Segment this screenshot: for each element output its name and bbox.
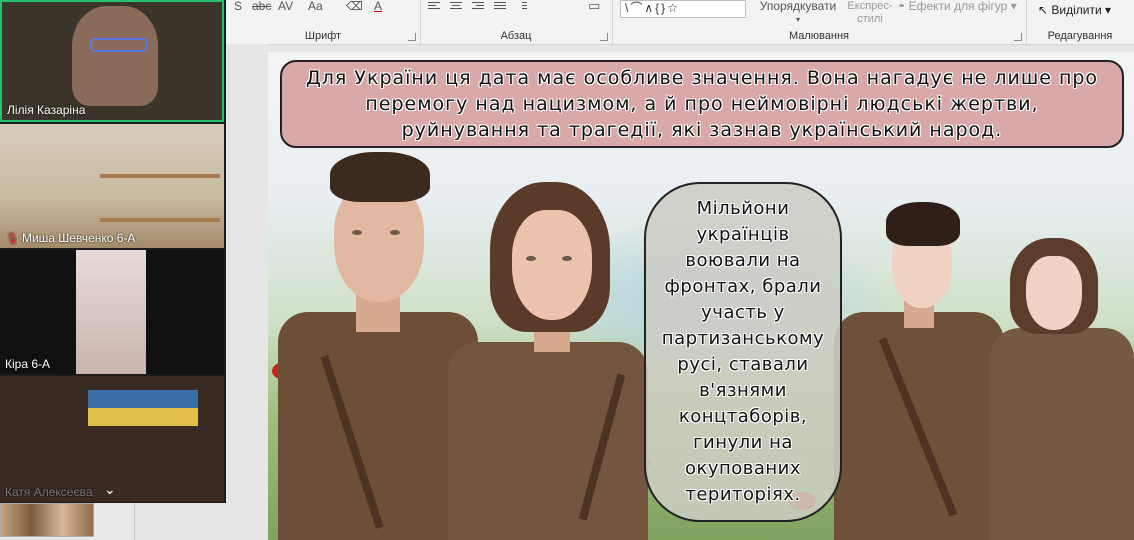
chevron-down-icon[interactable]: ⌄ <box>104 481 116 498</box>
font-color-button[interactable]: A <box>374 0 382 14</box>
soldier-man-illustration <box>268 152 478 540</box>
quick-styles-button[interactable]: Експрес-стилі <box>844 0 896 28</box>
editing-group-label: Редагування <box>1047 30 1113 42</box>
align-right-icon[interactable] <box>472 2 484 12</box>
shape-effects-button[interactable]: ◓ Ефекти для фігур ▾ <box>898 0 1017 14</box>
ribbon: S abc AV Aa ⌫ A Шрифт Абзац ▭ \⌒∧{}☆ Упо… <box>226 0 1134 45</box>
participant-name-row: 🎙︎ Миша Шевченко 6-А <box>5 231 135 245</box>
strikethrough-button[interactable]: abc <box>252 0 271 14</box>
font-group-label: Шрифт <box>304 30 342 42</box>
participant-name: Миша Шевченко 6-А <box>21 231 136 245</box>
face <box>1026 256 1082 330</box>
shape-effects-label: Ефекти для фігур <box>908 0 1008 13</box>
drawing-group-label: Малювання <box>788 30 850 42</box>
paragraph-group: Абзац <box>420 0 613 44</box>
paragraph-group-label: Абзац <box>500 30 532 42</box>
eye <box>562 256 572 261</box>
participant-name: Лілія Казаріна <box>7 103 86 117</box>
participant-tile[interactable]: Кіра 6-А <box>0 250 224 374</box>
glasses-icon <box>90 38 148 52</box>
soldier-man-illustration <box>834 202 1004 540</box>
shapes-gallery[interactable]: \⌒∧{}☆ <box>620 0 746 18</box>
participant-name: Катя Алексеєва <box>5 485 93 499</box>
arrange-label: Упорядкувати <box>759 0 837 13</box>
participant-video <box>72 6 158 106</box>
text-direction-icon[interactable]: ▭ <box>588 0 600 14</box>
participant-tile[interactable]: Катя Алексеєва ⌄ <box>0 376 224 502</box>
columns-icon[interactable] <box>522 2 534 12</box>
uniform <box>990 328 1134 540</box>
shadow-button[interactable]: S <box>234 0 242 14</box>
participant-name: Кіра 6-А <box>5 357 51 371</box>
eye <box>352 230 362 235</box>
uniform <box>448 342 648 540</box>
slide-thumbnail[interactable] <box>0 503 94 537</box>
slide-pane-margin <box>226 44 268 540</box>
shape-effects-icon: ◓ <box>898 0 909 13</box>
drawing-group: ▭ \⌒∧{}☆ Упорядкувати ▾ Експрес-стилі ◓ Е… <box>588 0 1027 44</box>
editing-group: ↖ Виділити ▾ Редагування <box>1026 0 1134 44</box>
soldier-woman-illustration <box>448 182 648 540</box>
align-center-icon[interactable] <box>450 2 462 12</box>
eye <box>390 230 400 235</box>
hair <box>886 202 960 246</box>
face <box>512 210 592 320</box>
change-case-button[interactable]: Aa <box>308 0 323 14</box>
align-left-icon[interactable] <box>428 2 440 12</box>
cursor-icon: ↖ <box>1038 3 1052 17</box>
quick-styles-label: Експрес-стилі <box>847 0 893 25</box>
paragraph-dialog-launcher-icon[interactable] <box>600 33 608 41</box>
char-spacing-button[interactable]: AV <box>278 0 293 14</box>
soldier-woman-illustration <box>990 238 1134 540</box>
participant-video <box>100 174 220 222</box>
slide-canvas[interactable]: Для України ця дата має особливе значенн… <box>268 52 1134 540</box>
clear-format-icon[interactable]: ⌫ <box>346 0 363 14</box>
font-dialog-launcher-icon[interactable] <box>408 33 416 41</box>
video-call-panel: Лілія Казаріна 🎙︎ Миша Шевченко 6-А Кіра … <box>0 0 226 503</box>
hair <box>330 152 430 202</box>
select-label: Виділити <box>1051 3 1102 17</box>
arrange-button[interactable]: Упорядкувати ▾ <box>758 0 838 24</box>
chevron-down-icon: ▾ <box>795 15 800 24</box>
select-button[interactable]: ↖ Виділити ▾ <box>1038 4 1111 18</box>
participant-tile[interactable]: 🎙︎ Миша Шевченко 6-А <box>0 124 224 248</box>
participant-video <box>76 250 146 374</box>
divider <box>134 503 135 540</box>
slide-side-textbox[interactable]: Мільйони українців воювали на фронтах, б… <box>644 182 842 522</box>
font-group: S abc AV Aa ⌫ A Шрифт <box>226 0 421 44</box>
mic-off-icon: 🎙︎ <box>5 233 19 245</box>
justify-icon[interactable] <box>494 2 506 12</box>
participant-video <box>88 390 198 426</box>
eye <box>526 256 536 261</box>
slide-top-textbox[interactable]: Для України ця дата має особливе значенн… <box>280 60 1124 148</box>
participant-tile[interactable]: Лілія Казаріна <box>0 0 224 122</box>
drawing-dialog-launcher-icon[interactable] <box>1014 33 1022 41</box>
